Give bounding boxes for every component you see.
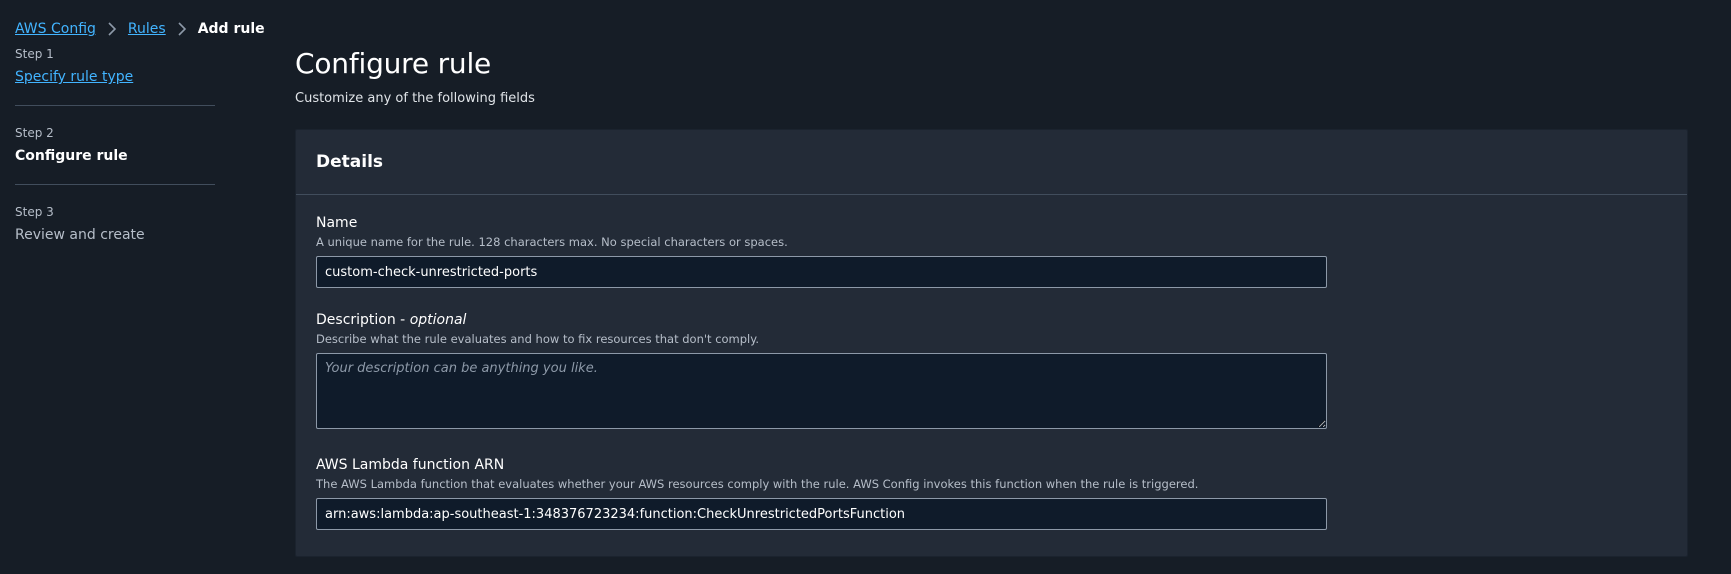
- lambda-arn-label: AWS Lambda function ARN: [316, 457, 505, 473]
- breadcrumb: AWS Config Rules Add rule: [15, 18, 265, 40]
- details-panel-body: Name A unique name for the rule. 128 cha…: [296, 195, 1687, 530]
- wizard-steps: Step 1 Specify rule type Step 2 Configur…: [15, 47, 215, 263]
- details-panel-title: Details: [316, 152, 384, 172]
- lambda-arn-description: The AWS Lambda function that evaluates w…: [316, 477, 1199, 491]
- step-title-configure-rule: Configure rule: [15, 148, 128, 164]
- description-label: Description - optional: [316, 310, 1667, 330]
- step-label: Step 1: [15, 47, 54, 61]
- details-panel-header: Details: [296, 130, 1687, 195]
- step-title-review-and-create: Review and create: [15, 227, 145, 243]
- breadcrumb-link-rules[interactable]: Rules: [128, 21, 166, 37]
- chevron-right-icon: [107, 22, 117, 36]
- description-field: Description - optional Describe what the…: [316, 310, 1667, 433]
- page-title: Configure rule: [295, 47, 492, 80]
- chevron-right-icon: [177, 22, 187, 36]
- step-label: Step 3: [15, 205, 54, 219]
- step-3: Step 3 Review and create: [15, 184, 215, 263]
- step-label: Step 2: [15, 126, 54, 140]
- step-2: Step 2 Configure rule: [15, 105, 215, 184]
- step-link-specify-rule-type[interactable]: Specify rule type: [15, 67, 215, 87]
- details-panel: Details Name A unique name for the rule.…: [295, 129, 1688, 557]
- lambda-arn-input[interactable]: [316, 498, 1327, 530]
- name-description: A unique name for the rule. 128 characte…: [316, 235, 788, 249]
- breadcrumb-current: Add rule: [197, 21, 265, 37]
- name-field: Name A unique name for the rule. 128 cha…: [316, 213, 1667, 288]
- description-textarea[interactable]: [316, 353, 1327, 429]
- name-input[interactable]: [316, 256, 1327, 288]
- breadcrumb-link-aws-config[interactable]: AWS Config: [15, 21, 96, 37]
- description-label-text: Description -: [316, 312, 410, 328]
- optional-label: optional: [409, 312, 467, 328]
- lambda-arn-field: AWS Lambda function ARN The AWS Lambda f…: [316, 455, 1667, 530]
- name-label: Name: [316, 215, 358, 231]
- page-subtitle: Customize any of the following fields: [295, 91, 535, 106]
- page: AWS Config Rules Add rule Step 1 Specify…: [0, 0, 1731, 574]
- step-1: Step 1 Specify rule type: [15, 47, 215, 105]
- page-header: Configure rule Customize any of the foll…: [295, 44, 1688, 108]
- description-help-text: Describe what the rule evaluates and how…: [316, 332, 760, 346]
